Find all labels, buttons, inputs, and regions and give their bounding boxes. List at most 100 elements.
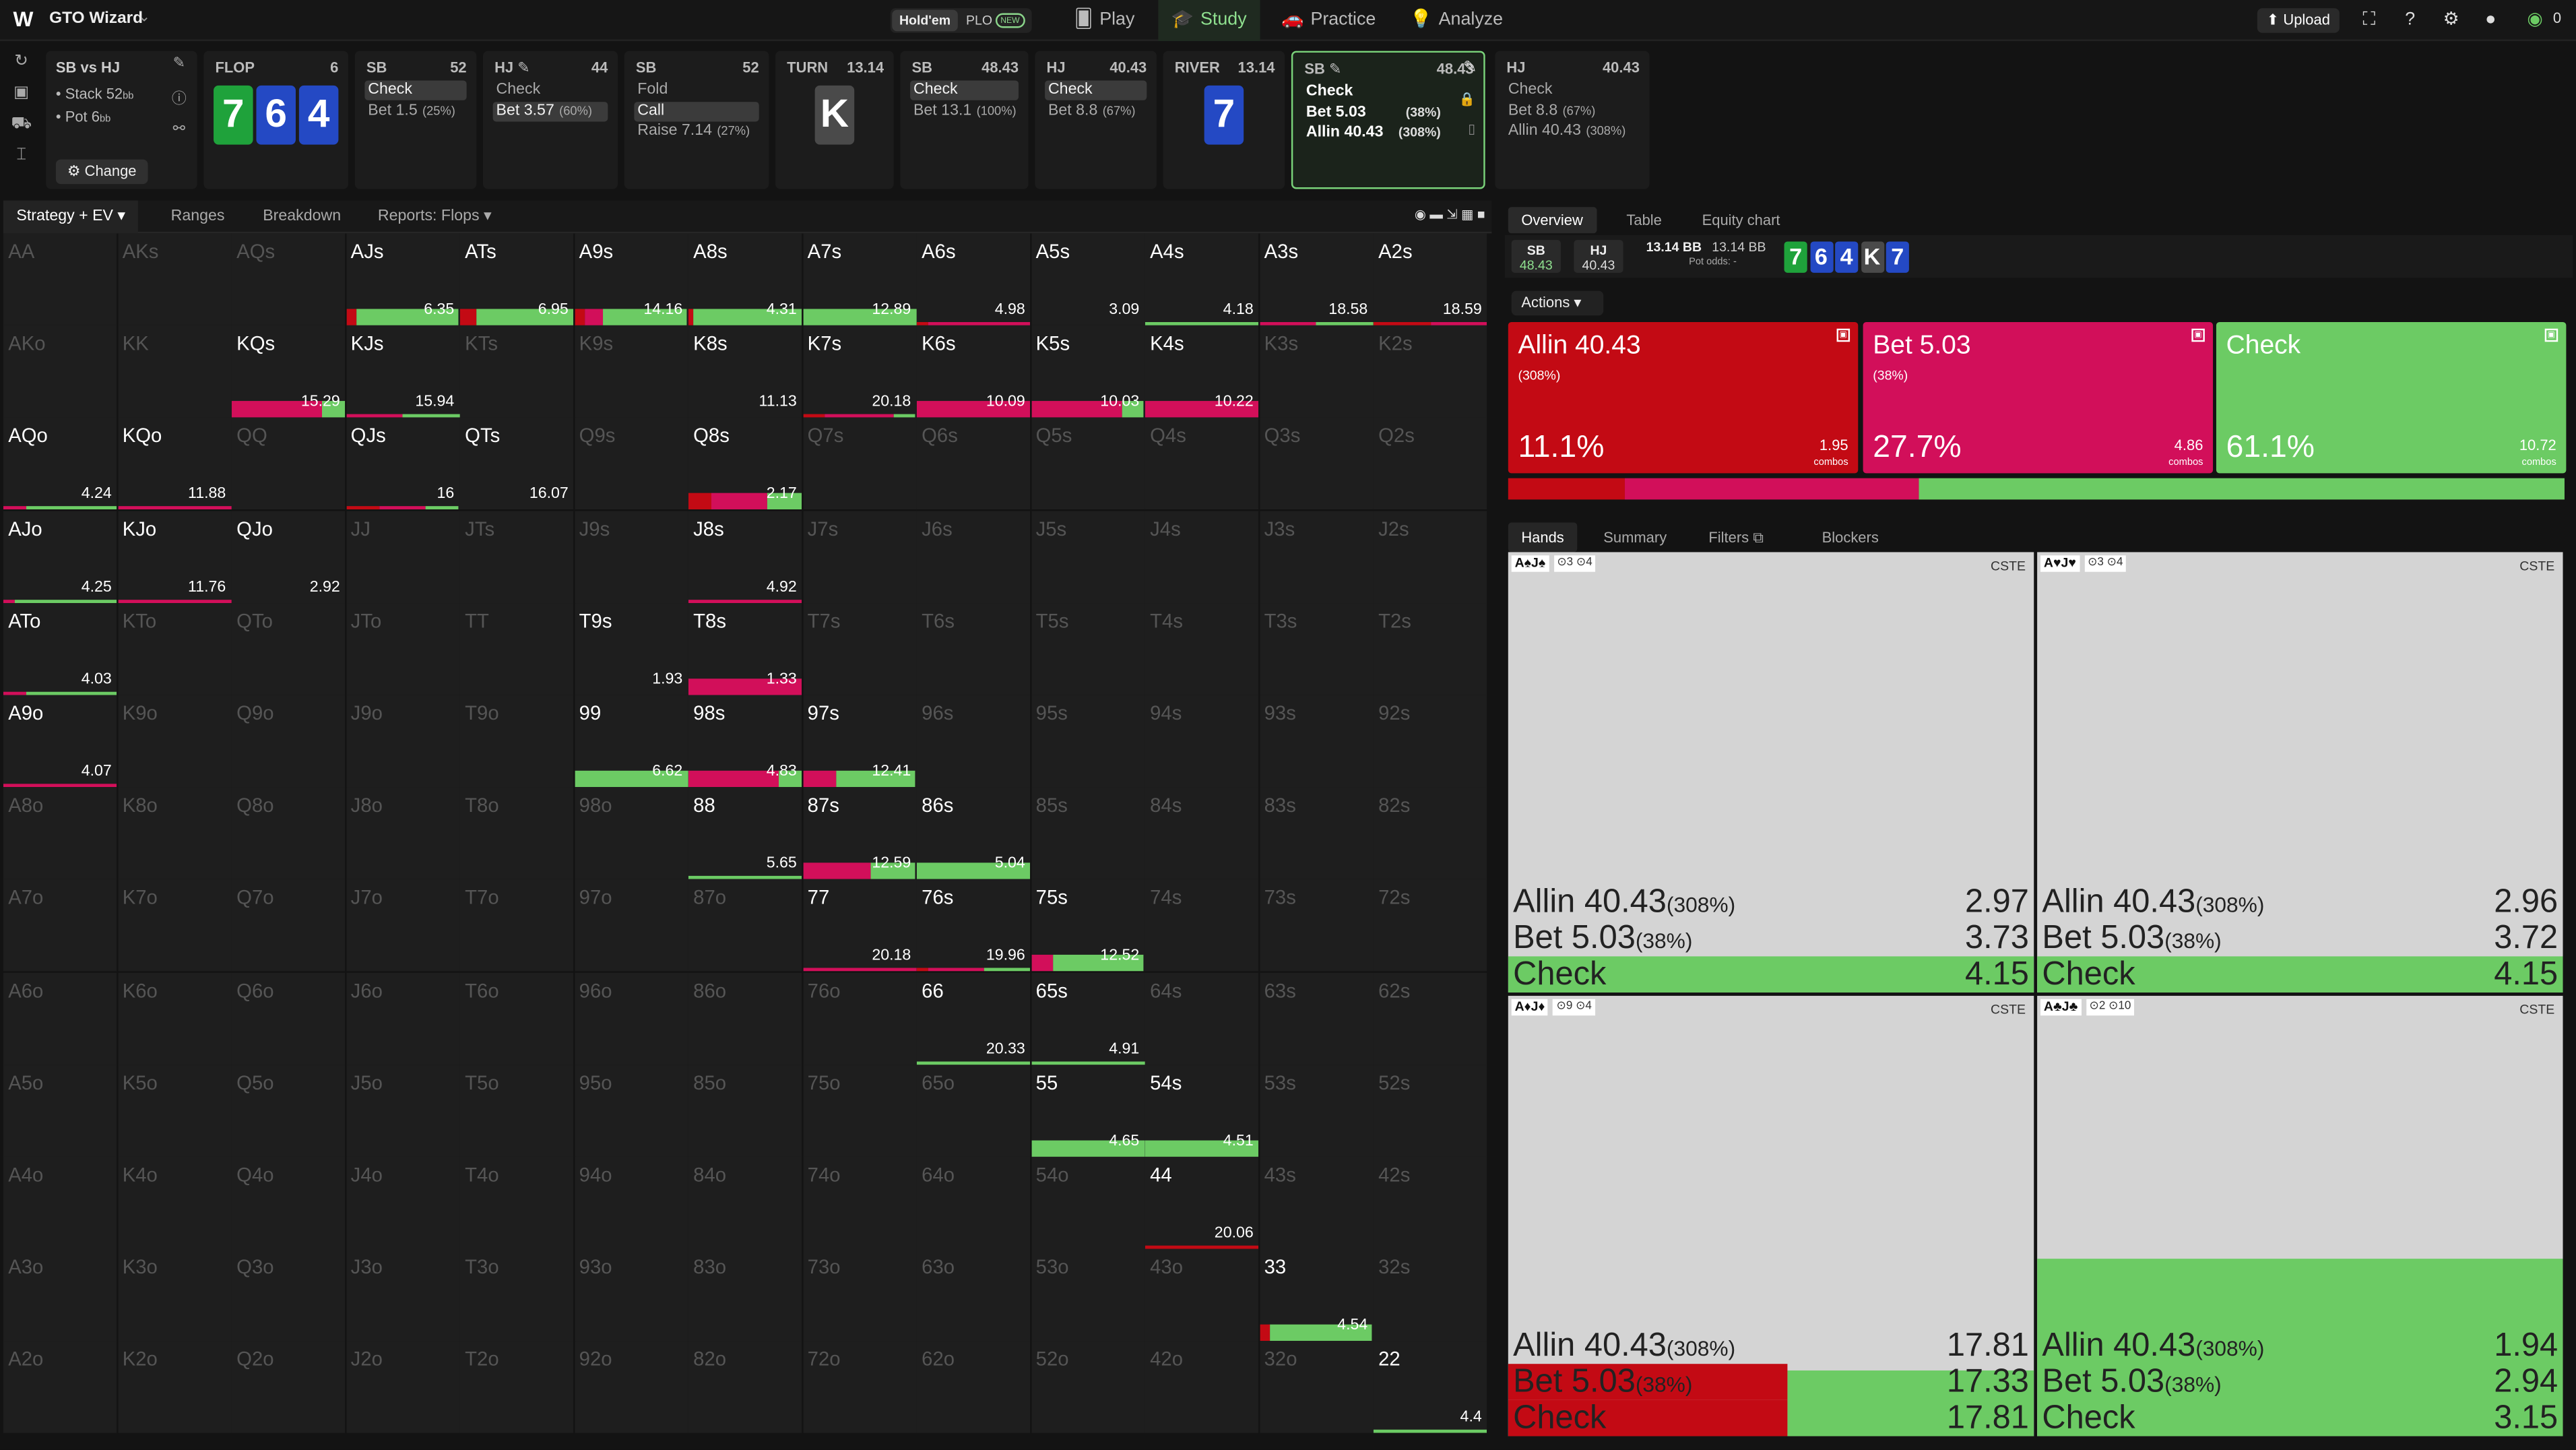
hand-cell-k9s[interactable]: K9s: [574, 325, 688, 418]
hand-cell-j6o[interactable]: J6o: [346, 972, 459, 1065]
hand-cell-74s[interactable]: 74s: [1145, 879, 1259, 972]
tab-reports-flops[interactable]: Reports: Flops ▾: [378, 201, 492, 234]
hand-cell-65s[interactable]: 65s 4.91: [1031, 972, 1145, 1065]
action-option[interactable]: Check: [1505, 81, 1640, 100]
hand-cell-87o[interactable]: 87o: [688, 879, 802, 972]
hand-cell-t5o[interactable]: T5o: [459, 1064, 574, 1157]
hand-cell-55[interactable]: 55 4.65: [1031, 1064, 1145, 1157]
action-option[interactable]: Raise 7.14 (27%): [634, 121, 759, 141]
action-box-0[interactable]: Allin 40.43 (308%) 11.1% 1.95 combos ▣: [1508, 322, 1859, 474]
hand-cell-q9o[interactable]: Q9o: [231, 695, 346, 788]
action-option[interactable]: Fold: [634, 81, 759, 100]
hand-cell-k5s[interactable]: K5s 10.03: [1031, 325, 1145, 418]
hand-cell-aqo[interactable]: AQo 4.24: [3, 418, 117, 510]
hand-cell-a7s[interactable]: A7s 12.89: [802, 233, 916, 325]
tab-breakdown[interactable]: Breakdown: [263, 201, 341, 234]
hand-cell-t3o[interactable]: T3o: [459, 1249, 574, 1342]
hand-cell-97s[interactable]: 97s 12.41: [802, 695, 916, 788]
hand-cell-j3o[interactable]: J3o: [346, 1249, 459, 1342]
hand-cell-kjo[interactable]: KJo 11.76: [117, 510, 231, 603]
hand-cell-32o[interactable]: 32o: [1259, 1342, 1373, 1434]
book-icon[interactable]: ▯: [1468, 121, 1475, 136]
hand-cell-k6s[interactable]: K6s 10.09: [916, 325, 1031, 418]
tab-ranges[interactable]: Ranges: [171, 201, 225, 234]
hand-cell-65o[interactable]: 65o: [916, 1064, 1031, 1157]
hand-cell-94o[interactable]: 94o: [574, 1156, 688, 1249]
hand-cell-76s[interactable]: 76s 19.96: [916, 879, 1031, 972]
hand-cell-77[interactable]: 77 20.18: [802, 879, 916, 972]
nav-study[interactable]: 🎓 Study: [1158, 0, 1260, 41]
hand-cell-a2o[interactable]: A2o: [3, 1342, 117, 1434]
car-icon[interactable]: ⛟: [7, 115, 36, 146]
hand-cell-96s[interactable]: 96s: [916, 695, 1031, 788]
action-column-5[interactable]: SB 48.43 Check Bet 13.1 (100%): [900, 51, 1029, 189]
hand-cell-jto[interactable]: JTo: [346, 602, 459, 695]
hand-cell-a6o[interactable]: A6o: [3, 972, 117, 1065]
hand-cell-kk[interactable]: KK: [117, 325, 231, 418]
hand-cell-qts[interactable]: QTs 16.07: [459, 418, 574, 510]
hand-cell-63s[interactable]: 63s: [1259, 972, 1373, 1065]
hand-cell-q8s[interactable]: Q8s 2.17: [688, 418, 802, 510]
hand-cell-a5s[interactable]: A5s 3.09: [1031, 233, 1145, 325]
hand-cell-98o[interactable]: 98o: [574, 787, 688, 880]
hand-cell-53o[interactable]: 53o: [1031, 1249, 1145, 1342]
hand-cell-ajs[interactable]: AJs 6.35: [346, 233, 459, 325]
hand-cell-a6s[interactable]: A6s 4.98: [916, 233, 1031, 325]
hand-cell-t2s[interactable]: T2s: [1373, 602, 1487, 695]
hand-cell-84o[interactable]: 84o: [688, 1156, 802, 1249]
hand-cell-t7o[interactable]: T7o: [459, 879, 574, 972]
hand-cell-93o[interactable]: 93o: [574, 1249, 688, 1342]
action-box-2[interactable]: Check 61.1% 10.72 combos ▣: [2216, 322, 2567, 474]
hand-cell-ako[interactable]: AKo: [3, 325, 117, 418]
screenshot-icon[interactable]: ⛶: [2358, 8, 2381, 31]
app-name[interactable]: GTO Wizard: [49, 10, 143, 28]
hand-cell-a4s[interactable]: A4s 4.18: [1145, 233, 1259, 325]
hand-cell-t4o[interactable]: T4o: [459, 1156, 574, 1249]
hand-cell-k2s[interactable]: K2s: [1373, 325, 1487, 418]
hand-cell-64o[interactable]: 64o: [916, 1156, 1031, 1249]
save-icon[interactable]: ▣: [7, 84, 36, 115]
app-logo[interactable]: W: [13, 7, 34, 32]
hand-cell-72o[interactable]: 72o: [802, 1342, 916, 1434]
hand-cell-t6s[interactable]: T6s: [916, 602, 1031, 695]
hand-cell-95o[interactable]: 95o: [574, 1064, 688, 1157]
hand-cell-q6o[interactable]: Q6o: [231, 972, 346, 1065]
action-option[interactable]: Allin 40.43 (308%): [1505, 121, 1640, 141]
action-option[interactable]: Allin 40.43 (308%): [1303, 123, 1450, 143]
hand-cell-q3s[interactable]: Q3s: [1259, 418, 1373, 510]
gear-icon[interactable]: ⚙: [2440, 8, 2463, 31]
hand-cell-42s[interactable]: 42s: [1373, 1156, 1487, 1249]
hand-cell-t9o[interactable]: T9o: [459, 695, 574, 788]
hand-cell-q8o[interactable]: Q8o: [231, 787, 346, 880]
hand-cell-t9s[interactable]: T9s 1.93: [574, 602, 688, 695]
hand-cell-t7s[interactable]: T7s: [802, 602, 916, 695]
hand-cell-t5s[interactable]: T5s: [1031, 602, 1145, 695]
nav-practice[interactable]: 🚗 Practice: [1268, 0, 1389, 41]
hand-cell-54o[interactable]: 54o: [1031, 1156, 1145, 1249]
hand-cell-j7o[interactable]: J7o: [346, 879, 459, 972]
hand-cell-a8s[interactable]: A8s 4.31: [688, 233, 802, 325]
hand-cell-62s[interactable]: 62s: [1373, 972, 1487, 1065]
hand-cell-qjs[interactable]: QJs 16: [346, 418, 459, 510]
hand-cell-a4o[interactable]: A4o: [3, 1156, 117, 1249]
hand-cell-t8o[interactable]: T8o: [459, 787, 574, 880]
action-option[interactable]: Check: [364, 80, 467, 100]
nav-analyze[interactable]: 💡 Analyze: [1396, 0, 1516, 41]
hand-cell-q9s[interactable]: Q9s: [574, 418, 688, 510]
edit-icon[interactable]: ✎: [168, 54, 191, 87]
hand-cell-44[interactable]: 44 20.06: [1145, 1156, 1259, 1249]
hand-cell-a8o[interactable]: A8o: [3, 787, 117, 880]
tab-strategy-ev[interactable]: Strategy + EV ▾: [3, 200, 139, 234]
action-option[interactable]: Check: [910, 80, 1019, 100]
action-option[interactable]: Check: [1045, 80, 1147, 100]
expand-icon[interactable]: ▣: [2544, 328, 2558, 342]
hand-cell-66[interactable]: 66 20.33: [916, 972, 1031, 1065]
user-icon[interactable]: ●: [2479, 8, 2502, 31]
hand-cell-a9s[interactable]: A9s 14.16: [574, 233, 688, 325]
hand-cell-82o[interactable]: 82o: [688, 1342, 802, 1434]
info-icon[interactable]: ⓘ: [168, 87, 191, 120]
hand-cell-72s[interactable]: 72s: [1373, 879, 1487, 972]
hand-cell-a7o[interactable]: A7o: [3, 879, 117, 972]
text-cursor-icon[interactable]: ⌶: [7, 146, 36, 177]
hand-cell-83o[interactable]: 83o: [688, 1249, 802, 1342]
